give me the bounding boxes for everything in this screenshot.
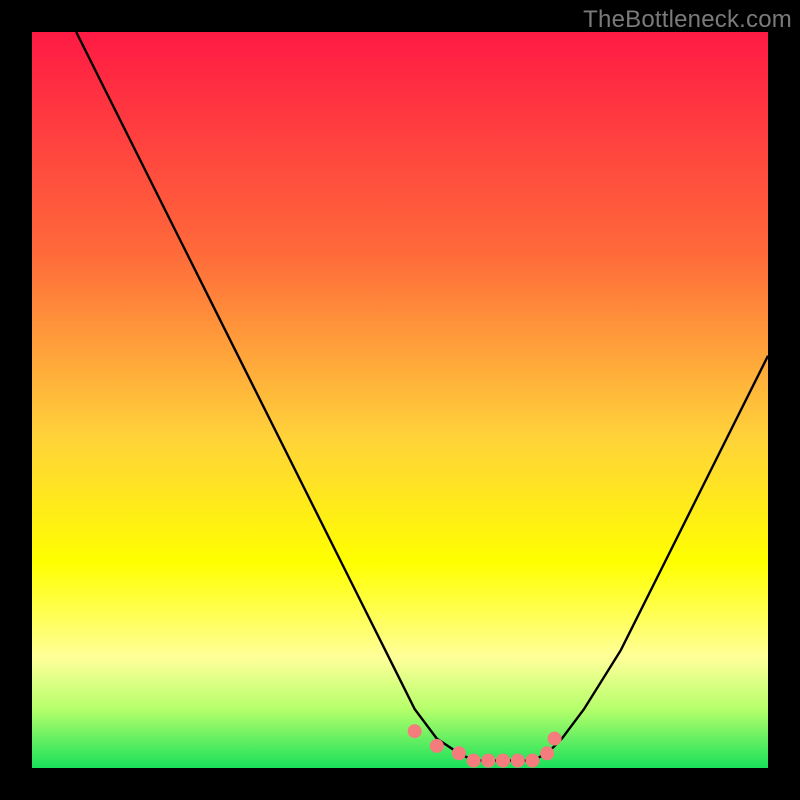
bottleneck-curve — [32, 32, 768, 768]
watermark-text: TheBottleneck.com — [583, 6, 792, 34]
chart-frame: TheBottleneck.com — [0, 0, 800, 800]
valley-dot — [540, 746, 554, 760]
valley-dot — [467, 754, 481, 768]
valley-dot — [496, 754, 510, 768]
valley-dot — [452, 746, 466, 760]
valley-dot — [511, 754, 525, 768]
valley-dot — [526, 754, 540, 768]
valley-dot — [481, 754, 495, 768]
valley-dot — [548, 732, 562, 746]
valley-dot — [430, 739, 444, 753]
curve-line — [76, 32, 768, 761]
valley-dot — [408, 724, 422, 738]
plot-area — [32, 32, 768, 768]
